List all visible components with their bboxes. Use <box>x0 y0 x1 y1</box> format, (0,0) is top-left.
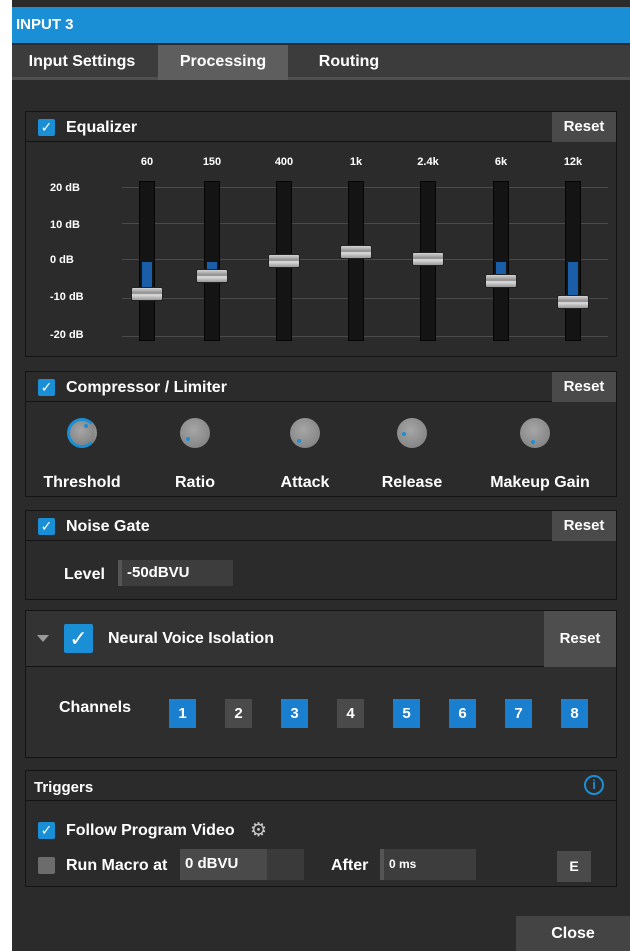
eq-band-label: 150 <box>202 156 222 168</box>
eq-fader-handle[interactable] <box>268 254 300 268</box>
eq-fader-track[interactable] <box>139 181 155 341</box>
channel-button-1[interactable]: 1 <box>169 699 196 728</box>
eq-fader-handle[interactable] <box>557 294 589 309</box>
eq-db-label: 10 dB <box>50 219 80 231</box>
release-label: Release <box>381 474 443 491</box>
input-settings-window: INPUT 3 Input Settings Processing Routin… <box>12 0 630 951</box>
eq-fader-handle[interactable] <box>196 268 228 283</box>
equalizer-checkbox[interactable]: ✓ <box>38 119 55 136</box>
follow-program-checkbox[interactable]: ✓ <box>38 822 55 839</box>
eq-fader-track[interactable] <box>204 181 220 341</box>
edit-macro-button[interactable]: E <box>557 851 591 882</box>
channel-button-2[interactable]: 2 <box>225 699 252 728</box>
compressor-section: ✓ Compressor / Limiter Reset Threshold R… <box>25 371 617 497</box>
run-macro-label: Run Macro at <box>66 857 168 874</box>
channel-button-4[interactable]: 4 <box>337 699 364 728</box>
channel-button-3[interactable]: 3 <box>281 699 308 728</box>
compressor-title: Compressor / Limiter <box>66 379 227 396</box>
noise-gate-header: ✓ Noise Gate Reset <box>26 511 616 541</box>
eq-gridline <box>122 187 608 188</box>
eq-band-label: 1k <box>349 156 363 168</box>
ratio-label: Ratio <box>175 474 215 491</box>
eq-db-label: -20 dB <box>50 329 84 341</box>
noise-gate-level-field[interactable]: -50dBVU <box>118 560 233 586</box>
after-label: After <box>331 857 369 874</box>
eq-fader-track[interactable] <box>493 181 509 341</box>
tab-input-settings[interactable]: Input Settings <box>12 45 152 80</box>
eq-gridline <box>122 223 608 224</box>
triggers-title: Triggers <box>34 779 94 796</box>
channel-button-8[interactable]: 8 <box>561 699 588 728</box>
run-macro-threshold-field[interactable]: 0 dBVU <box>180 849 304 880</box>
eq-fader-handle[interactable] <box>340 244 372 259</box>
attack-label: Attack <box>280 474 330 491</box>
noise-gate-section: ✓ Noise Gate Reset Level -50dBVU <box>25 510 617 600</box>
eq-gridline <box>122 298 608 299</box>
voice-isolation-reset-button[interactable]: Reset <box>544 611 616 667</box>
noise-gate-checkbox[interactable]: ✓ <box>38 518 55 535</box>
channel-button-5[interactable]: 5 <box>393 699 420 728</box>
eq-gridline <box>122 336 608 337</box>
makeup-gain-knob[interactable] <box>520 418 550 448</box>
eq-band-label: 2.4k <box>417 156 439 168</box>
tab-routing[interactable]: Routing <box>294 45 404 80</box>
tab-bar: Input Settings Processing Routing <box>12 45 630 80</box>
eq-db-label: -10 dB <box>50 291 84 303</box>
voice-isolation-section: ✓ Neural Voice Isolation Reset Channels … <box>25 610 617 758</box>
eq-band-label: 400 <box>274 156 294 168</box>
makeup-gain-label: Makeup Gain <box>490 474 590 491</box>
eq-gridline <box>122 259 608 260</box>
attack-knob[interactable] <box>290 418 320 448</box>
release-knob[interactable] <box>397 418 427 448</box>
eq-fader-track[interactable] <box>565 181 581 341</box>
threshold-label: Threshold <box>43 474 121 491</box>
channel-button-6[interactable]: 6 <box>449 699 476 728</box>
close-button[interactable]: Close <box>516 916 630 951</box>
equalizer-reset-button[interactable]: Reset <box>552 112 616 142</box>
triggers-section: Triggers i ✓ Follow Program Video ⚙ Run … <box>25 770 617 887</box>
voice-isolation-title: Neural Voice Isolation <box>108 630 274 647</box>
channel-button-7[interactable]: 7 <box>505 699 532 728</box>
noise-gate-title: Noise Gate <box>66 518 150 535</box>
equalizer-section: ✓ Equalizer Reset 20 dB 10 dB 0 dB -10 dB -2… <box>25 111 617 357</box>
eq-fader-track[interactable] <box>348 181 364 341</box>
eq-db-label: 0 dB <box>50 254 74 266</box>
eq-fader-handle[interactable] <box>131 287 163 302</box>
ratio-knob[interactable] <box>180 418 210 448</box>
noise-gate-reset-button[interactable]: Reset <box>552 511 616 541</box>
equalizer-title: Equalizer <box>66 119 138 136</box>
triggers-header: Triggers i <box>26 771 616 801</box>
window-title: INPUT 3 <box>12 7 630 43</box>
voice-isolation-checkbox[interactable]: ✓ <box>64 624 93 653</box>
channels-label: Channels <box>59 699 132 716</box>
eq-db-label: 20 dB <box>50 182 80 194</box>
voice-isolation-header: ✓ Neural Voice Isolation Reset <box>26 611 616 667</box>
tab-processing[interactable]: Processing <box>158 45 288 80</box>
equalizer-header: ✓ Equalizer Reset <box>26 112 616 142</box>
noise-gate-level-label: Level <box>64 566 105 583</box>
follow-program-label: Follow Program Video <box>66 822 235 839</box>
after-delay-field[interactable]: 0 ms <box>380 849 476 880</box>
compressor-reset-button[interactable]: Reset <box>552 372 616 402</box>
collapse-chevron-icon[interactable] <box>37 635 49 642</box>
gear-icon[interactable]: ⚙ <box>250 819 267 842</box>
eq-fader-handle[interactable] <box>412 252 444 267</box>
compressor-header: ✓ Compressor / Limiter Reset <box>26 372 616 402</box>
compressor-checkbox[interactable]: ✓ <box>38 379 55 396</box>
eq-fader-handle[interactable] <box>485 274 517 289</box>
eq-band-label: 6k <box>494 156 508 168</box>
threshold-knob[interactable] <box>67 418 97 448</box>
info-icon[interactable]: i <box>584 775 604 795</box>
run-macro-checkbox[interactable] <box>38 857 55 874</box>
eq-band-label: 60 <box>140 156 154 168</box>
eq-band-label: 12k <box>563 156 583 168</box>
